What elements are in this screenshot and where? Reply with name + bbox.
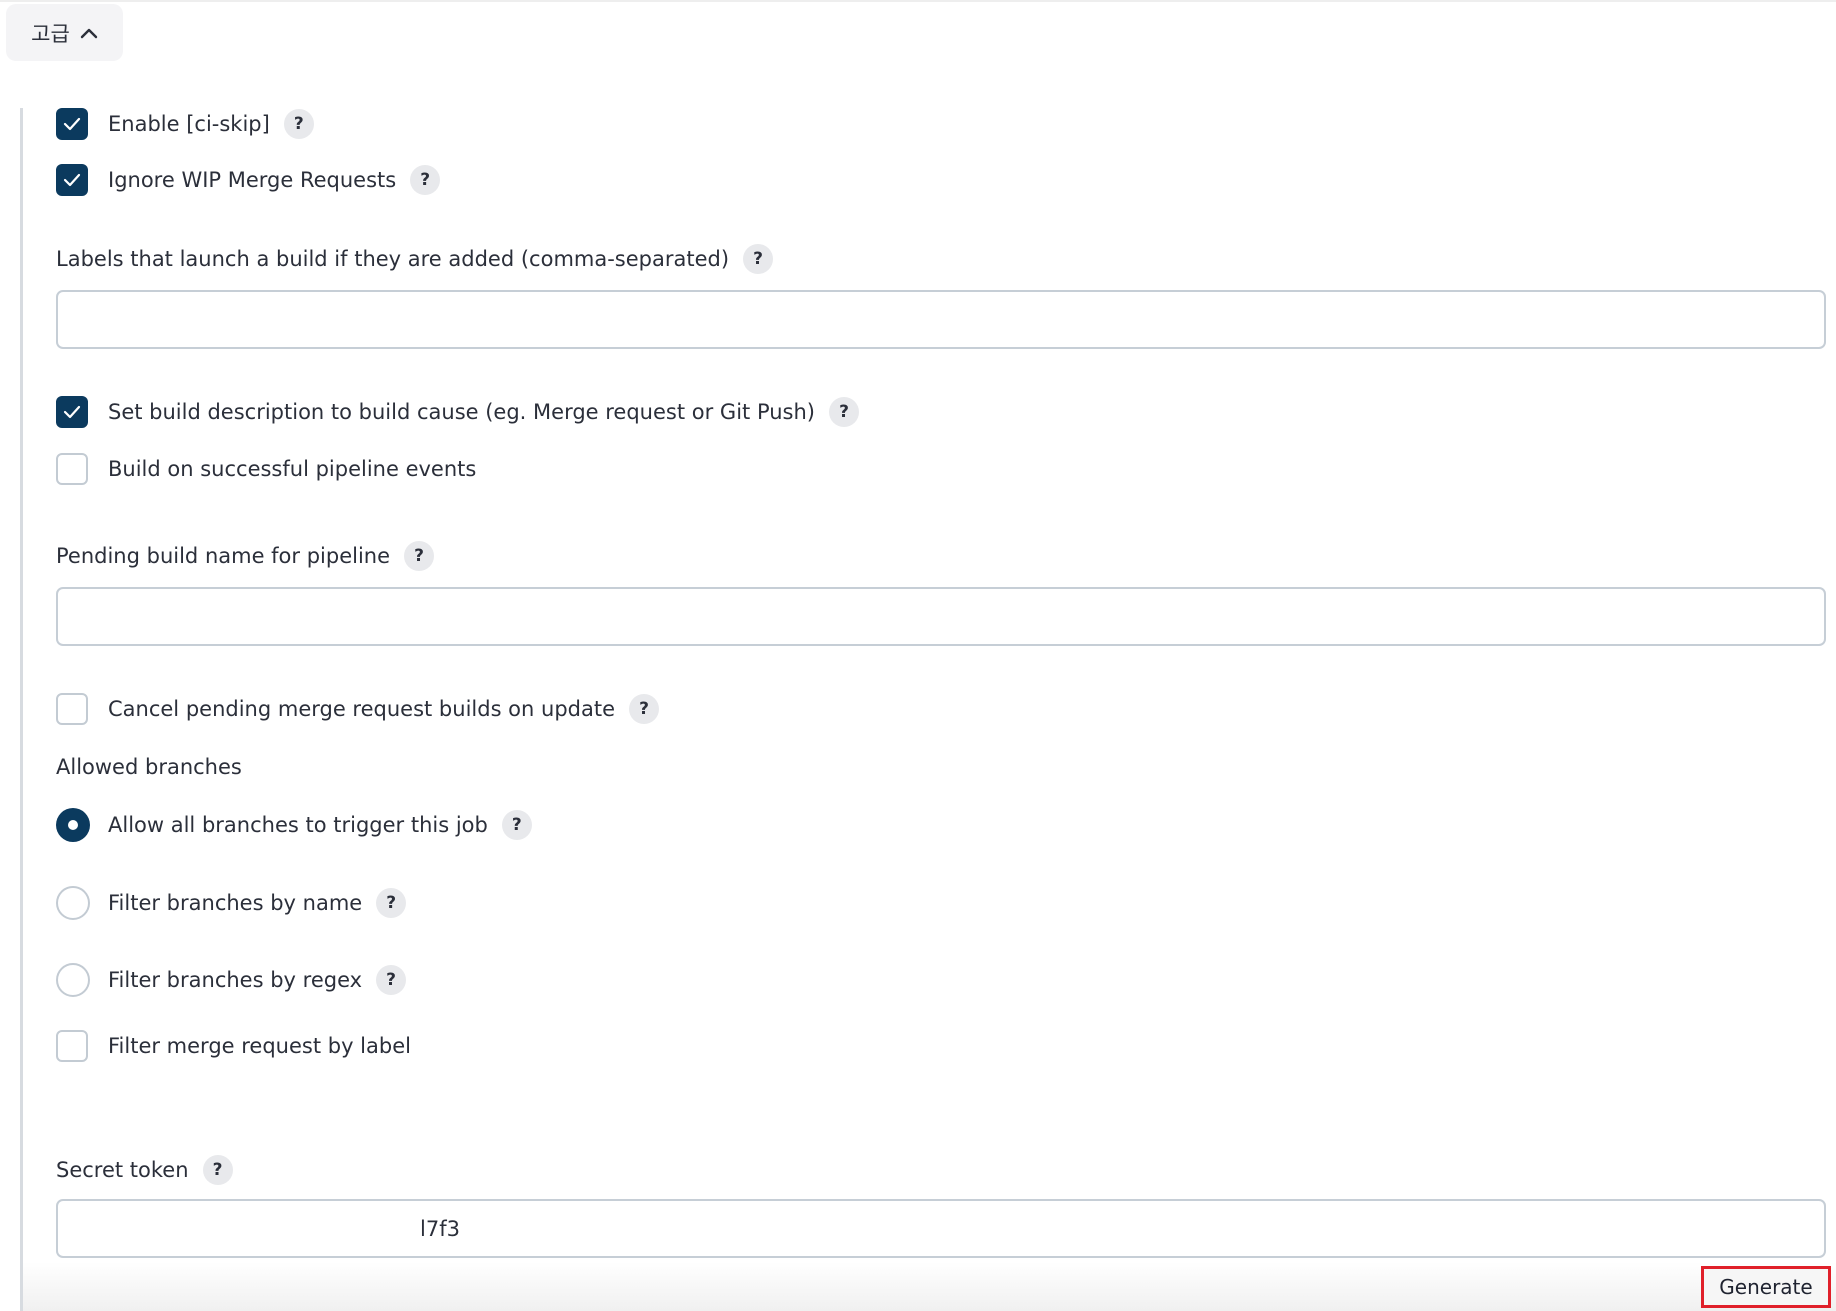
filter-by-name-option: Filter branches by name ? [56,886,407,920]
filter-by-regex-option: Filter branches by regex ? [56,963,407,997]
allowed-branches-heading: Allowed branches [56,755,242,779]
ignore-wip-option: Ignore WIP Merge Requests ? [56,164,441,196]
pending-build-name-label-row: Pending build name for pipeline ? [56,541,435,571]
secret-token-input[interactable]: l7f3 [56,1199,1826,1258]
enable-ci-skip-label: Enable [ci-skip] [108,112,270,136]
checkmark-icon [63,117,81,131]
allow-all-branches-label: Allow all branches to trigger this job [108,813,488,837]
advanced-toggle-button[interactable]: 고급 [6,4,123,61]
pending-build-name-input[interactable] [56,587,1826,646]
help-icon[interactable]: ? [202,1155,233,1185]
ignore-wip-label: Ignore WIP Merge Requests [108,168,397,192]
help-icon[interactable]: ? [629,694,660,724]
allow-all-branches-radio[interactable] [56,808,90,842]
help-icon[interactable]: ? [743,244,774,274]
filter-by-label-checkbox[interactable] [56,1030,88,1062]
generate-button-label: Generate [1719,1275,1813,1299]
build-on-pipeline-option: Build on successful pipeline events [56,453,476,485]
labels-field-label-row: Labels that launch a build if they are a… [56,244,774,274]
checkmark-icon [63,173,81,187]
help-icon[interactable]: ? [404,541,435,571]
help-icon[interactable]: ? [376,965,407,995]
help-icon[interactable]: ? [410,165,441,195]
allow-all-branches-option: Allow all branches to trigger this job ? [56,808,532,842]
secret-token-value: l7f3 [420,1216,460,1241]
filter-by-regex-radio[interactable] [56,963,90,997]
filter-by-regex-label: Filter branches by regex [108,968,363,992]
filter-by-label-option: Filter merge request by label [56,1030,411,1062]
section-indent-line [20,108,23,1311]
filter-by-name-label: Filter branches by name [108,891,363,915]
build-on-pipeline-label: Build on successful pipeline events [108,457,477,481]
generate-button[interactable]: Generate [1701,1266,1831,1308]
advanced-toggle-label: 고급 [31,21,70,46]
pending-build-name-label: Pending build name for pipeline [56,544,391,568]
cancel-pending-option: Cancel pending merge request builds on u… [56,693,660,725]
secret-token-label: Secret token [56,1158,189,1182]
enable-ci-skip-checkbox[interactable] [56,108,88,140]
enable-ci-skip-option: Enable [ci-skip] ? [56,108,314,140]
top-divider [0,0,1836,2]
labels-field-label: Labels that launch a build if they are a… [56,247,730,271]
ignore-wip-checkbox[interactable] [56,164,88,196]
checkmark-icon [63,405,81,419]
filter-by-name-radio[interactable] [56,886,90,920]
help-icon[interactable]: ? [283,109,314,139]
cancel-pending-checkbox[interactable] [56,693,88,725]
cancel-pending-label: Cancel pending merge request builds on u… [108,697,616,721]
bottom-action-bar [23,1262,1836,1311]
help-icon[interactable]: ? [829,397,859,427]
set-build-description-option: Set build description to build cause (eg… [56,396,859,428]
labels-input[interactable] [56,290,1826,349]
chevron-up-icon [80,28,98,38]
build-on-pipeline-checkbox[interactable] [56,453,88,485]
set-build-description-label: Set build description to build cause (eg… [108,400,815,424]
help-icon[interactable]: ? [501,810,532,840]
set-build-description-checkbox[interactable] [56,396,88,428]
help-icon[interactable]: ? [376,888,407,918]
secret-token-label-row: Secret token ? [56,1155,233,1185]
filter-by-label-label: Filter merge request by label [108,1034,411,1058]
